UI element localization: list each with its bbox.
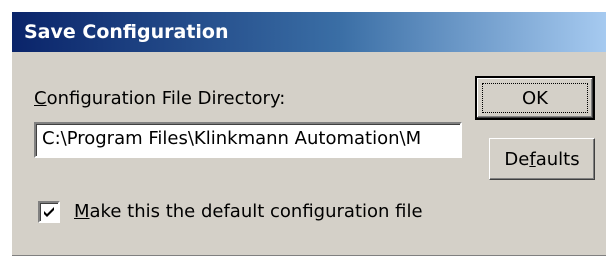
- directory-label-text: onfiguration File Directory:: [46, 88, 286, 109]
- title-bar[interactable]: Save Configuration: [12, 12, 606, 52]
- dialog-bottom-edge: [12, 255, 606, 256]
- default-config-checkbox-label[interactable]: Make this the default configuration file: [74, 201, 423, 222]
- save-configuration-dialog: Save Configuration Configuration File Di…: [11, 11, 606, 256]
- dialog-title: Save Configuration: [24, 21, 229, 43]
- check-icon: [44, 207, 54, 217]
- default-config-checkbox[interactable]: [38, 201, 60, 223]
- focus-rectangle: [482, 83, 588, 113]
- directory-input[interactable]: C:\Program Files\Klinkmann Automation\M: [34, 122, 462, 158]
- directory-label: Configuration File Directory:: [34, 88, 285, 109]
- directory-label-mnemonic: C: [34, 88, 47, 109]
- defaults-button-label: Defaults: [504, 148, 580, 170]
- ok-button[interactable]: OK: [475, 76, 595, 120]
- defaults-button[interactable]: Defaults: [489, 138, 595, 180]
